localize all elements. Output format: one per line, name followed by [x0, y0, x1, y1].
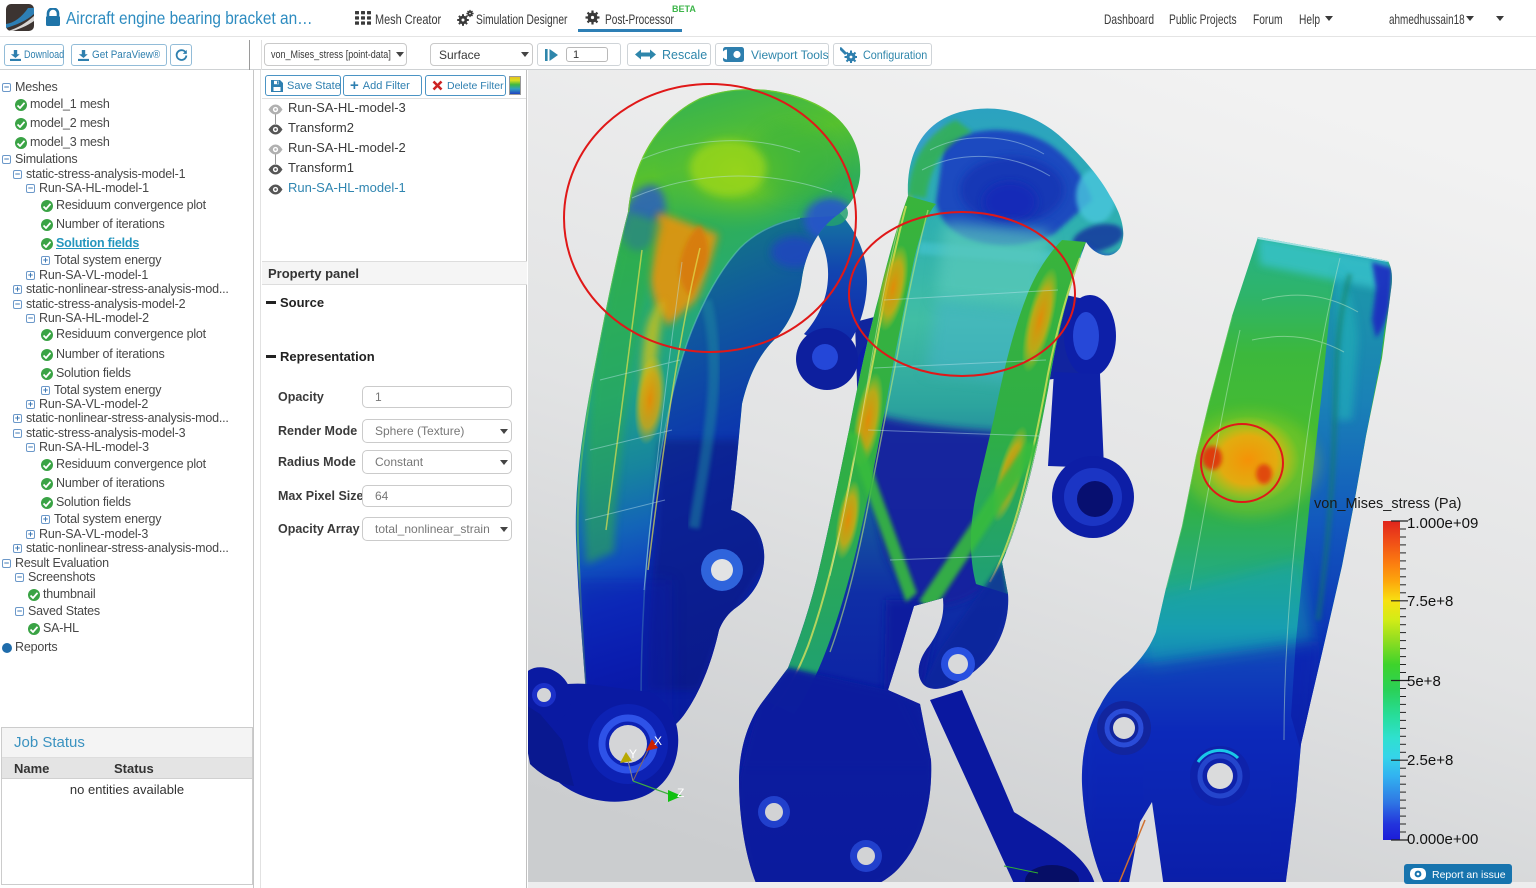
svg-text:Y: Y	[629, 747, 637, 761]
svg-text:7.5e+8: 7.5e+8	[1407, 593, 1453, 610]
svg-text:1.000e+09: 1.000e+09	[1407, 515, 1478, 532]
svg-text:von_Mises_stress (Pa): von_Mises_stress (Pa)	[1314, 496, 1461, 512]
svg-text:2.5e+8: 2.5e+8	[1407, 752, 1453, 769]
svg-text:Z: Z	[677, 786, 684, 800]
svg-text:0.000e+00: 0.000e+00	[1407, 831, 1478, 848]
svg-text:Report an issue: Report an issue	[1432, 869, 1506, 881]
svg-text:5e+8: 5e+8	[1407, 673, 1441, 690]
svg-text:X: X	[654, 734, 662, 748]
